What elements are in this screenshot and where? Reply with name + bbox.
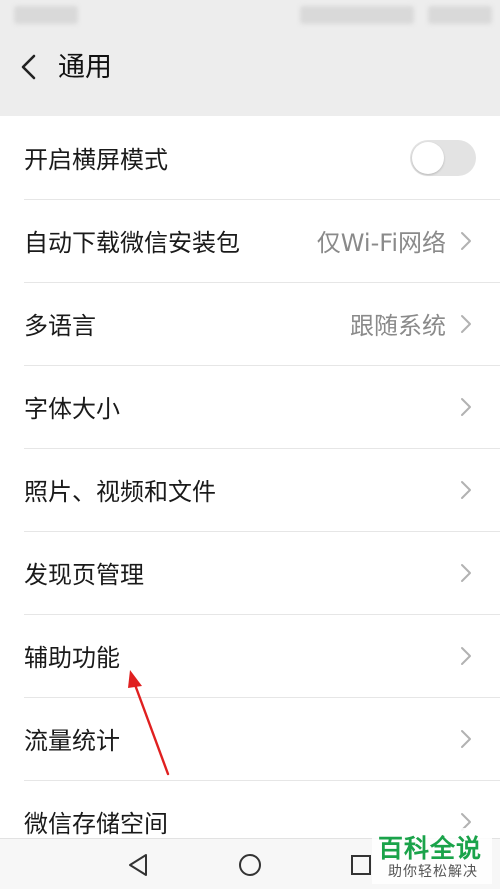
setting-label: 发现页管理 bbox=[24, 561, 144, 589]
settings-list: 开启横屏模式 自动下载微信安装包 仅Wi-Fi网络 多语言 跟随系统 字体大小 bbox=[0, 116, 500, 863]
setting-label: 自动下载微信安装包 bbox=[24, 229, 240, 257]
setting-value: 仅Wi-Fi网络 bbox=[316, 229, 446, 257]
chevron-right-icon bbox=[461, 729, 471, 748]
home-circle-icon[interactable] bbox=[237, 852, 263, 878]
setting-row-data-usage[interactable]: 流量统计 bbox=[0, 697, 500, 780]
status-bar bbox=[0, 0, 500, 30]
watermark-title: 百科全说 bbox=[377, 834, 482, 863]
chevron-right-icon bbox=[461, 563, 471, 582]
chevron-left-icon[interactable] bbox=[16, 52, 42, 82]
setting-label: 多语言 bbox=[24, 312, 96, 340]
setting-row-font-size[interactable]: 字体大小 bbox=[0, 365, 500, 448]
red-arrow-annotation-icon bbox=[128, 670, 170, 776]
setting-row-discover-management[interactable]: 发现页管理 bbox=[0, 531, 500, 614]
settings-screen: 通用 开启横屏模式 自动下载微信安装包 仅Wi-Fi网络 多语言 跟随系统 字体… bbox=[0, 0, 500, 889]
watermark-logo: 百科全说 助你轻松解决 bbox=[372, 828, 492, 884]
recents-square-icon[interactable] bbox=[348, 852, 374, 878]
toggle-knob bbox=[412, 141, 444, 174]
chevron-right-icon bbox=[461, 397, 471, 416]
header-bar: 通用 bbox=[0, 30, 500, 104]
chevron-right-icon bbox=[461, 480, 471, 499]
chevron-right-icon bbox=[461, 314, 471, 333]
chevron-right-icon bbox=[461, 646, 471, 665]
setting-row-auto-download[interactable]: 自动下载微信安装包 仅Wi-Fi网络 bbox=[0, 199, 500, 282]
setting-row-language[interactable]: 多语言 跟随系统 bbox=[0, 282, 500, 365]
setting-label: 流量统计 bbox=[24, 727, 120, 755]
landscape-mode-toggle[interactable] bbox=[410, 139, 476, 176]
setting-label: 辅助功能 bbox=[24, 644, 120, 672]
back-triangle-icon[interactable] bbox=[126, 852, 152, 878]
status-bar-blurred-battery bbox=[428, 6, 492, 24]
setting-row-landscape-mode[interactable]: 开启横屏模式 bbox=[0, 116, 500, 199]
setting-label: 照片、视频和文件 bbox=[24, 478, 216, 506]
watermark-subtitle: 助你轻松解决 bbox=[388, 864, 478, 880]
setting-label: 开启横屏模式 bbox=[24, 146, 168, 174]
chevron-right-icon bbox=[461, 231, 471, 250]
page-title: 通用 bbox=[58, 52, 112, 83]
status-bar-blurred-right bbox=[300, 6, 414, 24]
setting-row-accessibility[interactable]: 辅助功能 bbox=[0, 614, 500, 697]
setting-label: 字体大小 bbox=[24, 395, 120, 423]
setting-row-photos-videos-files[interactable]: 照片、视频和文件 bbox=[0, 448, 500, 531]
status-bar-blurred-left bbox=[14, 6, 78, 24]
setting-value: 跟随系统 bbox=[350, 312, 446, 340]
